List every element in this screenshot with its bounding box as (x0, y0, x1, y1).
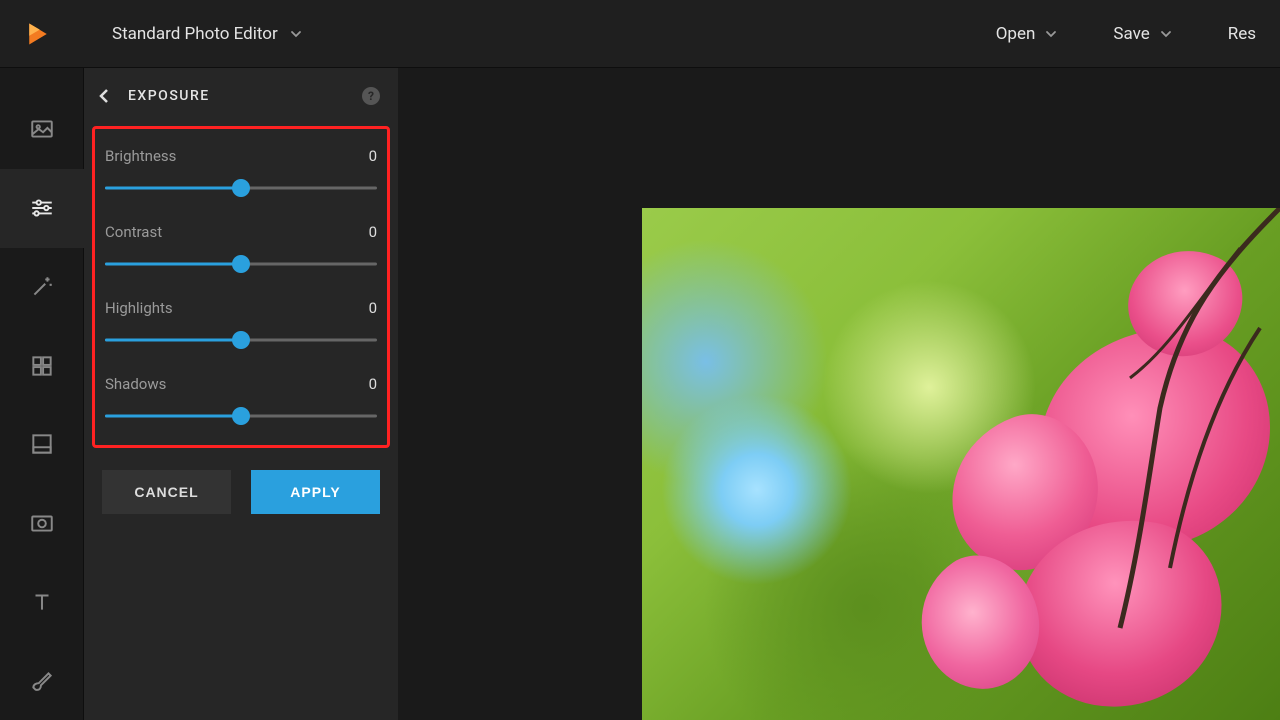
slider-value: 0 (369, 223, 377, 241)
contrast-slider[interactable] (105, 257, 377, 271)
rail-grid[interactable] (0, 326, 84, 405)
slider-brightness: Brightness 0 (105, 147, 377, 195)
camera-icon (29, 510, 55, 536)
slider-thumb[interactable] (232, 179, 250, 197)
chevron-down-icon (1160, 28, 1172, 40)
reset-button[interactable]: Res (1228, 24, 1256, 44)
panel-header: EXPOSURE ? (84, 68, 398, 124)
grid-icon (29, 353, 55, 379)
rail-text[interactable] (0, 563, 84, 642)
wand-icon (29, 274, 55, 300)
rail-effects[interactable] (0, 248, 84, 327)
slider-label: Brightness (105, 147, 176, 165)
branch-decor (860, 208, 1280, 720)
slider-value: 0 (369, 375, 377, 393)
highlights-slider[interactable] (105, 333, 377, 347)
slider-thumb[interactable] (232, 331, 250, 349)
photo-preview (642, 208, 1280, 720)
slider-thumb[interactable] (232, 407, 250, 425)
back-button[interactable] (96, 87, 114, 105)
slider-thumb[interactable] (232, 255, 250, 273)
slider-value: 0 (369, 299, 377, 317)
slider-label: Contrast (105, 223, 162, 241)
exposure-panel: EXPOSURE ? Brightness 0 Contrast 0 (84, 68, 398, 720)
rail-frame[interactable] (0, 405, 84, 484)
open-menu[interactable]: Open (996, 24, 1058, 44)
slider-contrast: Contrast 0 (105, 223, 377, 271)
app-mode-label: Standard Photo Editor (112, 24, 278, 44)
top-bar: Standard Photo Editor Open Save Res (0, 0, 1280, 68)
cancel-button[interactable]: CANCEL (102, 470, 231, 514)
brush-icon (29, 668, 55, 694)
rail-camera[interactable] (0, 484, 84, 563)
slider-value: 0 (369, 147, 377, 165)
frame-icon (29, 431, 55, 457)
shadows-slider[interactable] (105, 409, 377, 423)
sliders-icon (29, 195, 55, 221)
help-icon[interactable]: ? (362, 87, 380, 105)
text-icon (29, 589, 55, 615)
save-label: Save (1113, 24, 1149, 44)
app-mode-dropdown[interactable]: Standard Photo Editor (112, 24, 302, 44)
tool-rail (0, 68, 84, 720)
save-menu[interactable]: Save (1113, 24, 1171, 44)
rail-adjust[interactable] (0, 169, 84, 248)
canvas-area[interactable] (398, 68, 1280, 720)
panel-buttons: CANCEL APPLY (84, 448, 398, 514)
apply-button[interactable]: APPLY (251, 470, 380, 514)
rail-image[interactable] (0, 90, 84, 169)
open-label: Open (996, 24, 1036, 44)
slider-label: Shadows (105, 375, 166, 393)
slider-highlights: Highlights 0 (105, 299, 377, 347)
app-logo (24, 20, 52, 48)
reset-label: Res (1228, 24, 1256, 44)
brightness-slider[interactable] (105, 181, 377, 195)
image-icon (29, 116, 55, 142)
panel-title: EXPOSURE (128, 88, 362, 104)
chevron-down-icon (1045, 28, 1057, 40)
sliders-highlight-box: Brightness 0 Contrast 0 (92, 126, 390, 448)
chevron-down-icon (290, 28, 302, 40)
rail-brush[interactable] (0, 641, 84, 720)
slider-label: Highlights (105, 299, 173, 317)
main-area: EXPOSURE ? Brightness 0 Contrast 0 (0, 68, 1280, 720)
slider-shadows: Shadows 0 (105, 375, 377, 423)
